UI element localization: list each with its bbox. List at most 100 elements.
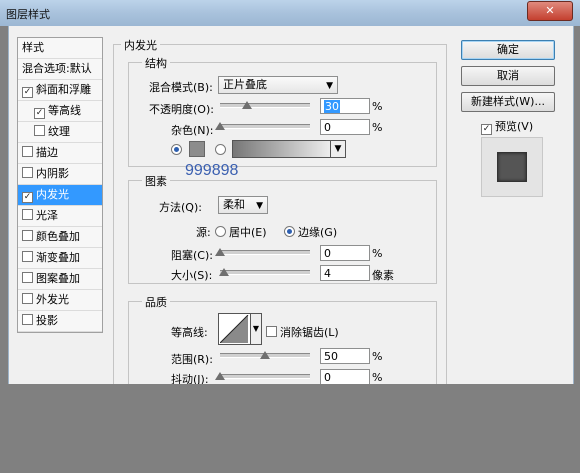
- blend-mode-label: 混合模式(B):: [149, 81, 213, 94]
- style-checkbox[interactable]: [22, 293, 33, 304]
- color-radio[interactable]: [171, 144, 185, 157]
- size-input[interactable]: 4: [320, 265, 370, 281]
- style-checkbox[interactable]: [22, 314, 33, 325]
- gradient-radio[interactable]: [215, 144, 229, 157]
- style-checkbox[interactable]: [22, 230, 33, 241]
- size-slider-track[interactable]: [220, 270, 310, 275]
- style-list-item-label: 纹理: [48, 125, 70, 138]
- gradient-picker[interactable]: ▼: [232, 140, 346, 158]
- style-list-item[interactable]: 图案叠加: [18, 269, 102, 290]
- opacity-label: 不透明度(O):: [149, 103, 214, 116]
- choke-input[interactable]: 0: [320, 245, 370, 261]
- source-center-option[interactable]: 居中(E): [215, 224, 267, 240]
- style-list-item[interactable]: 颜色叠加: [18, 227, 102, 248]
- style-list-item-label: 内发光: [36, 188, 69, 201]
- opacity-slider-track[interactable]: [220, 103, 310, 108]
- jitter-slider-track[interactable]: [220, 374, 310, 379]
- jitter-label: 抖动(J):: [171, 373, 209, 384]
- noise-input[interactable]: 0: [320, 119, 370, 135]
- style-list-item[interactable]: 光泽: [18, 206, 102, 227]
- style-checkbox[interactable]: ✓: [22, 87, 33, 98]
- choke-slider-thumb[interactable]: [215, 248, 225, 256]
- style-checkbox[interactable]: ✓: [34, 108, 45, 119]
- style-list-item-label: 光泽: [36, 209, 58, 222]
- source-edge-label: 边缘(G): [298, 226, 338, 239]
- chevron-down-icon: ▼: [326, 81, 333, 91]
- style-list-item[interactable]: 渐变叠加: [18, 248, 102, 269]
- preview-checkbox[interactable]: ✓ 预览(V): [481, 118, 533, 135]
- style-list: 样式 混合选项:默认 ✓ 斜面和浮雕 ✓ 等高线 纹理 描边 内阴影 ✓ 内发光 光泽 颜色叠加 渐变叠…: [17, 37, 103, 333]
- style-list-item[interactable]: 外发光: [18, 290, 102, 311]
- style-list-item[interactable]: 投影: [18, 311, 102, 332]
- style-list-item[interactable]: 纹理: [18, 122, 102, 143]
- method-value: 柔和: [223, 198, 245, 211]
- cancel-button[interactable]: 取消: [461, 66, 555, 86]
- style-list-header[interactable]: 样式: [18, 38, 102, 59]
- range-value: 50: [324, 350, 338, 363]
- style-checkbox[interactable]: [22, 251, 33, 262]
- style-checkbox[interactable]: [22, 209, 33, 220]
- contour-picker[interactable]: ▼: [218, 313, 262, 345]
- style-list-item-label: 等高线: [48, 104, 81, 117]
- style-checkbox[interactable]: [22, 167, 33, 178]
- antialias-checkbox[interactable]: 消除锯齿(L): [266, 324, 339, 340]
- source-edge-option[interactable]: 边缘(G): [284, 224, 337, 240]
- style-list-item[interactable]: ✓ 等高线: [18, 101, 102, 122]
- style-list-item[interactable]: 内阴影: [18, 164, 102, 185]
- choke-label: 阻塞(C):: [171, 249, 213, 262]
- opacity-input[interactable]: 30: [320, 98, 370, 114]
- blend-mode-value: 正片叠底: [223, 78, 267, 91]
- glow-color-swatch[interactable]: [189, 141, 205, 157]
- size-value: 4: [324, 267, 331, 280]
- style-list-item[interactable]: 描边: [18, 143, 102, 164]
- style-list-item[interactable]: ✓ 内发光: [18, 185, 102, 206]
- range-input[interactable]: 50: [320, 348, 370, 364]
- jitter-unit: %: [372, 371, 383, 384]
- jitter-value: 0: [324, 371, 331, 384]
- jitter-slider-thumb[interactable]: [215, 372, 225, 380]
- opacity-value: 30: [324, 100, 340, 113]
- jitter-input[interactable]: 0: [320, 369, 370, 384]
- style-checkbox[interactable]: [22, 146, 33, 157]
- choke-unit: %: [372, 247, 383, 260]
- close-button[interactable]: ✕: [527, 1, 573, 21]
- quality-title: 品质: [142, 294, 170, 310]
- size-slider-thumb[interactable]: [218, 268, 229, 276]
- style-checkbox[interactable]: [22, 272, 33, 283]
- choke-slider-track[interactable]: [220, 250, 310, 255]
- close-icon: ✕: [545, 4, 555, 17]
- style-list-item-label: 描边: [36, 146, 58, 159]
- preview-label: 预览(V): [495, 120, 534, 133]
- style-checkbox[interactable]: ✓: [22, 192, 33, 203]
- style-list-item-label: 渐变叠加: [36, 251, 80, 264]
- style-list-item-label: 混合选项:默认: [22, 62, 92, 75]
- style-list-item-label: 图案叠加: [36, 272, 80, 285]
- noise-unit: %: [372, 121, 383, 134]
- style-checkbox[interactable]: [34, 125, 45, 136]
- style-list-item[interactable]: 混合选项:默认: [18, 59, 102, 80]
- source-center-label: 居中(E): [229, 226, 267, 239]
- noise-slider-thumb[interactable]: [215, 122, 225, 130]
- style-list-item-label: 颜色叠加: [36, 230, 80, 243]
- window-title: 图层样式: [6, 8, 50, 21]
- new-style-button[interactable]: 新建样式(W)...: [461, 92, 555, 112]
- color-code-overlay: 999898: [185, 162, 239, 179]
- style-list-item[interactable]: ✓ 斜面和浮雕: [18, 80, 102, 101]
- title-bar: 图层样式 ✕: [0, 0, 580, 26]
- ok-button[interactable]: 确定: [461, 40, 555, 60]
- preview-thumbnail: [481, 137, 543, 197]
- range-label: 范围(R):: [171, 353, 213, 366]
- blend-mode-select[interactable]: 正片叠底 ▼: [218, 76, 338, 94]
- range-slider-thumb[interactable]: [260, 351, 270, 359]
- contour-label: 等高线:: [171, 326, 208, 339]
- size-label: 大小(S):: [171, 269, 213, 282]
- elements-title: 图素: [142, 173, 170, 189]
- opacity-unit: %: [372, 100, 383, 113]
- antialias-label: 消除锯齿(L): [280, 326, 339, 339]
- noise-slider-track[interactable]: [220, 124, 310, 129]
- style-list-item-label: 外发光: [36, 293, 69, 306]
- dialog-client: 样式 混合选项:默认 ✓ 斜面和浮雕 ✓ 等高线 纹理 描边 内阴影 ✓ 内发光 光泽 颜色叠加 渐变叠…: [8, 26, 574, 384]
- style-list-item-label: 内阴影: [36, 167, 69, 180]
- method-select[interactable]: 柔和 ▼: [218, 196, 268, 214]
- opacity-slider-thumb[interactable]: [242, 101, 252, 109]
